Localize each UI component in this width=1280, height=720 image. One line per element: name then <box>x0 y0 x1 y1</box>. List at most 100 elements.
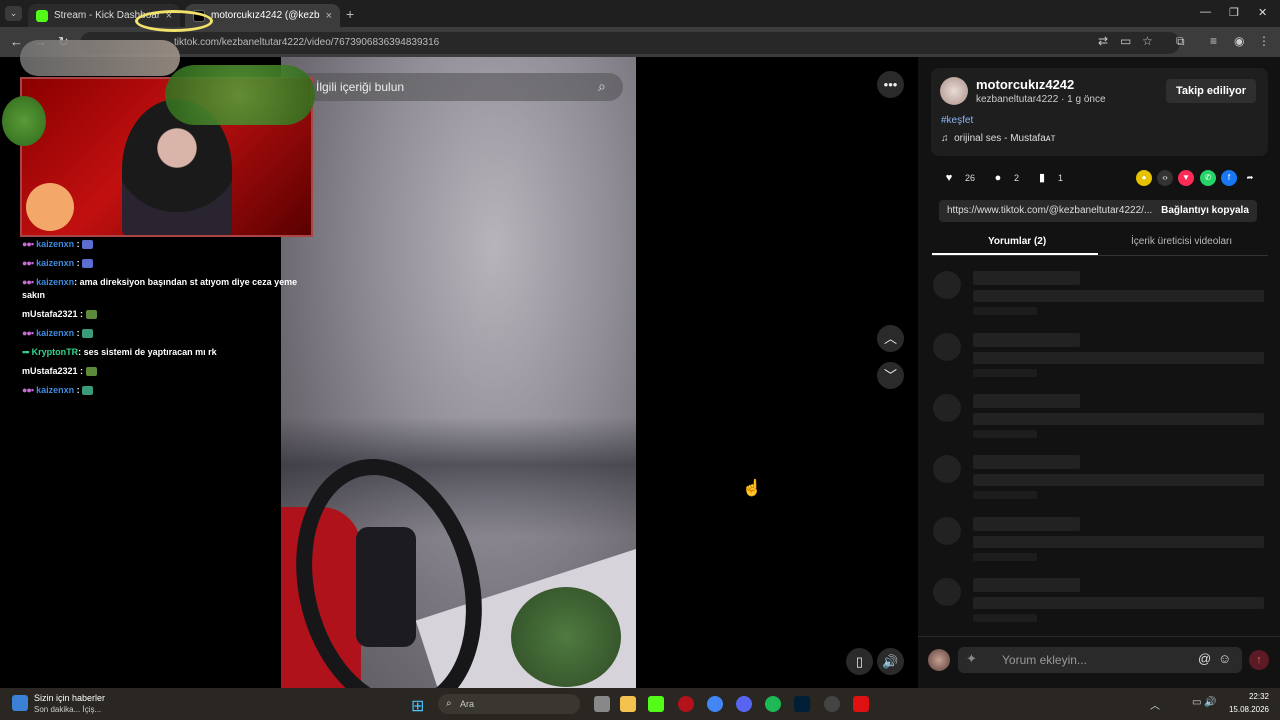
windows-start-icon[interactable]: ⊞ <box>411 696 424 716</box>
app-icon[interactable] <box>853 696 869 712</box>
copy-link-button[interactable]: Bağlantıyı kopyala <box>1154 200 1256 222</box>
chat-line: mUstafa2321 : <box>22 308 307 321</box>
save-count: 1 <box>1058 173 1064 183</box>
hashtag-link[interactable]: #keşfet <box>941 115 973 126</box>
chat-emote-icon <box>82 386 94 396</box>
news-widget-icon[interactable] <box>12 695 28 711</box>
news-widget-subtitle[interactable]: Son dakika... İçiş... <box>34 705 101 714</box>
volume-button[interactable]: 🔊 <box>877 648 904 675</box>
url-host: tiktok.com/ <box>174 37 222 48</box>
chat-line: ▪▪▪ KryptonTR: ses sistemi de yaptıracan … <box>22 346 307 359</box>
chat-username: KryptonTR <box>31 347 79 357</box>
extensions-icon[interactable]: ⧉ <box>1176 34 1185 49</box>
tray-overflow-icon[interactable]: ︿ <box>1150 697 1160 712</box>
cast-icon[interactable]: ▭ <box>1120 34 1131 48</box>
whatsapp-icon[interactable]: ✆ <box>1200 170 1216 186</box>
restore-button[interactable]: ❐ <box>1229 6 1239 19</box>
like-count: 26 <box>965 173 976 183</box>
chat-badges-icon: ●●▪ <box>22 328 34 338</box>
my-avatar <box>928 649 950 671</box>
comment-button[interactable]: ● 2 <box>990 170 1019 186</box>
chat-line: ●●▪ kaizenxn : <box>22 384 307 397</box>
video-frame-hub <box>356 527 416 647</box>
more-options-button[interactable]: ••• <box>877 71 904 98</box>
embed-code-icon[interactable]: ‹› <box>1157 170 1173 186</box>
new-tab-button[interactable]: + <box>346 6 354 22</box>
emoji-icon[interactable]: ☺ <box>1218 651 1231 666</box>
chat-badges-icon: ●●▪ <box>22 277 34 287</box>
taskbar-date[interactable]: 15.08.2026 <box>1216 705 1269 714</box>
share-repost-icon[interactable]: ● <box>1136 170 1152 186</box>
tab-comments[interactable]: Yorumlar (2) <box>988 236 1046 247</box>
bookmark-star-icon[interactable]: ☆ <box>1142 34 1153 48</box>
save-button[interactable]: ▮ 1 <box>1034 170 1063 186</box>
tab-creator-videos[interactable]: İçerik üreticisi videoları <box>1131 236 1232 247</box>
facebook-icon[interactable]: f <box>1221 170 1237 186</box>
chrome-icon[interactable] <box>707 696 723 712</box>
search-icon[interactable]: ⌕ <box>598 78 606 95</box>
next-video-button[interactable]: ﹀ <box>877 362 904 389</box>
author-avatar[interactable] <box>940 77 968 105</box>
photoshop-icon[interactable] <box>794 696 810 712</box>
kick-app-icon[interactable] <box>648 696 664 712</box>
spotify-icon[interactable] <box>765 696 781 712</box>
comment-skeleton <box>932 578 1268 628</box>
taskbar-search[interactable]: Ara <box>438 694 580 714</box>
mobile-view-button[interactable]: ▯ <box>846 648 873 675</box>
translate-icon[interactable]: ⇄ <box>1098 34 1108 48</box>
comment-skeleton <box>932 455 1268 505</box>
sticker-icon[interactable]: ✦ <box>966 651 977 667</box>
chat-badges-icon: ●●▪ <box>22 258 34 268</box>
author-name[interactable]: motorcukız4242 <box>976 77 1074 92</box>
chat-line: ●●▪ kaizenxn : <box>22 238 307 251</box>
music-note-icon: ♫ <box>941 133 955 144</box>
chat-emote-icon <box>82 329 94 339</box>
file-explorer-icon[interactable] <box>620 696 636 712</box>
opera-icon[interactable] <box>678 696 694 712</box>
chat-username: kaizenxn <box>36 258 75 268</box>
obs-icon[interactable] <box>824 696 840 712</box>
tab-close-icon[interactable]: × <box>326 10 332 22</box>
share-arrow-icon[interactable]: ➦ <box>1242 170 1258 186</box>
taskbar-time[interactable]: 22:32 <box>1229 692 1269 701</box>
taskbar-search-icon: ⌕ <box>446 698 452 709</box>
comment-count: 2 <box>1014 173 1020 183</box>
mouse-cursor-icon: ☝ <box>742 480 762 497</box>
heart-icon: ♥ <box>945 172 953 184</box>
chat-emote-icon <box>85 310 97 320</box>
author-meta: kezbaneltutar4222 · 1 g önce <box>976 94 1106 105</box>
video-player[interactable] <box>281 57 636 688</box>
profile-icon[interactable]: ◉ <box>1234 34 1244 48</box>
overlay-cat-sticker <box>26 183 74 231</box>
stream-chat: ●●▪ kaizenxn : ●●▪ kaizenxn : ●●▪ kaizenxn:… <box>22 238 307 403</box>
mention-icon[interactable]: @ <box>1198 651 1211 666</box>
chat-emote-icon <box>82 240 94 250</box>
comment-bubble-icon: ● <box>994 172 1002 184</box>
overlay-plant-decoration <box>165 65 315 125</box>
minimize-button[interactable]: — <box>1200 6 1211 18</box>
discord-icon[interactable] <box>736 696 752 712</box>
previous-video-button[interactable]: ︿ <box>877 325 904 352</box>
close-window-button[interactable]: ✕ <box>1258 6 1267 19</box>
send-comment-button[interactable]: ↑ <box>1249 650 1269 670</box>
following-button[interactable]: Takip ediliyor <box>1166 79 1256 103</box>
chat-username: kaizenxn <box>36 328 75 338</box>
chat-username: mUstafa2321 <box>22 366 78 376</box>
address-bar[interactable]: tiktok.com/kezbaneltutar4222/video/76739… <box>80 32 1180 54</box>
chat-badges-icon: ▪▪▪ <box>22 347 30 357</box>
like-button[interactable]: ♥ 26 <box>941 170 975 186</box>
send-to-friends-icon[interactable]: ▼ <box>1178 170 1194 186</box>
comment-skeleton <box>932 517 1268 567</box>
news-widget-title[interactable]: Sizin için haberler <box>34 693 105 703</box>
media-control-icon[interactable]: ≡ <box>1210 34 1217 48</box>
tray-network-volume-icon[interactable]: ▭ 🔊 <box>1192 697 1217 708</box>
chat-line: ●●▪ kaizenxn : <box>22 257 307 270</box>
browser-menu-icon[interactable]: ⋮ <box>1258 34 1270 48</box>
back-arrow-icon[interactable]: ← <box>10 34 23 49</box>
tab-search-button[interactable]: ⌄ <box>5 6 22 21</box>
music-link[interactable]: ♫ orijinal ses - Mustafaᴀᴛ <box>941 133 1055 144</box>
chat-message: : ses sistemi de yaptıracan mı rk <box>78 347 217 357</box>
video-frame-tree <box>511 587 621 687</box>
search-input[interactable]: İlgili içeriği bulun <box>292 73 623 101</box>
task-view-icon[interactable] <box>594 696 610 712</box>
